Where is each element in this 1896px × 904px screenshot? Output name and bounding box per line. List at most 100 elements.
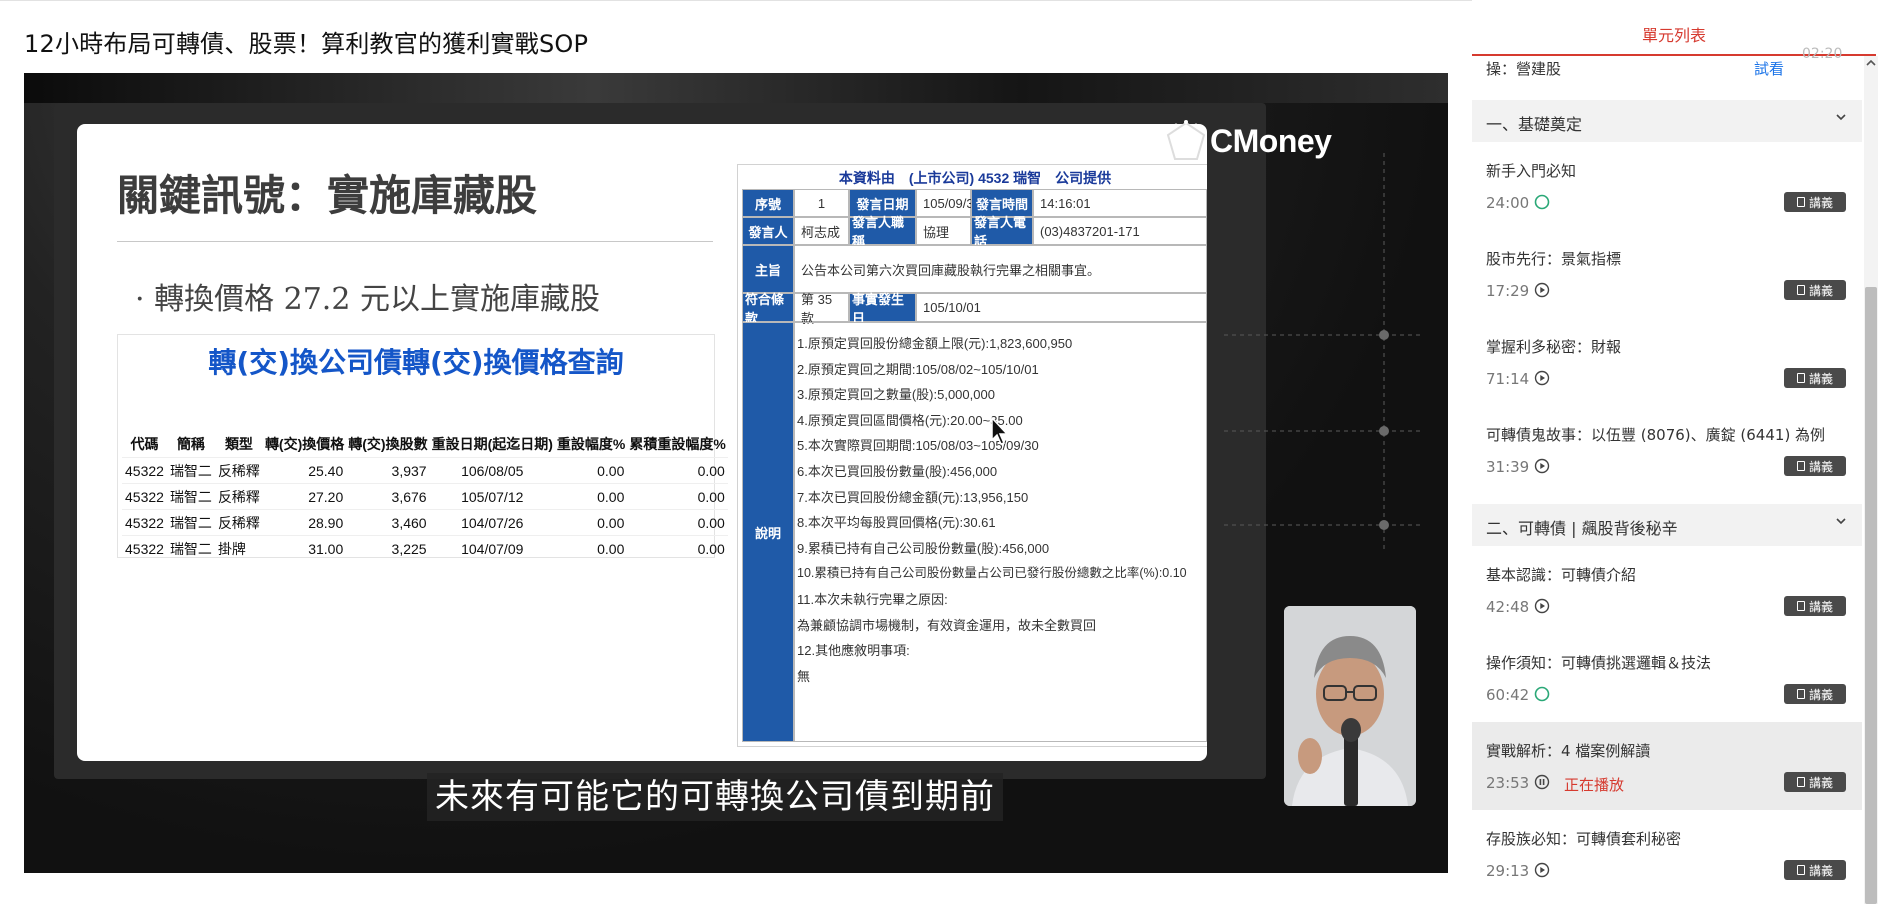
lesson-item-partial[interactable]: 02:20 操：營建股 試看 [1472, 46, 1862, 79]
now-playing-label: 正在播放 [1564, 776, 1625, 794]
lesson-item[interactable]: 掌握利多秘密：財報 71:14 講義 [1472, 318, 1862, 406]
speaker-value: 柯志成 [794, 217, 849, 245]
lecture-notes-button[interactable]: 講義 [1784, 596, 1846, 616]
document-icon [1796, 865, 1805, 875]
chevron-down-icon [1834, 514, 1848, 532]
lesson-item[interactable]: 可轉債鬼故事：以伍豐 (8076)、廣錠 (6441) 為例 31:39 講義 [1472, 406, 1862, 494]
notes-label: 講義 [1808, 863, 1833, 878]
speaker-title-value: 協理 [916, 217, 971, 245]
lecture-notes-button[interactable]: 講義 [1784, 192, 1846, 212]
column-header: 轉(交)換價格 [264, 436, 345, 452]
lecture-notes-button[interactable]: 講義 [1784, 860, 1846, 880]
description-line: 2.原預定買回之期間:105/08/02~105/10/01 [797, 361, 1039, 377]
scroll-up-arrow-icon[interactable] [1864, 58, 1878, 72]
lesson-item-now-playing[interactable]: 實戰解析：4 檔案例解讀 23:53 正在播放 講義 [1472, 722, 1862, 810]
description-line: 6.本次已買回股份數量(股):456,000 [797, 463, 998, 479]
lesson-title: 掌握利多秘密：財報 [1486, 338, 1622, 356]
lecture-notes-button[interactable]: 講義 [1784, 368, 1846, 388]
lesson-item[interactable]: 操作須知：可轉債挑選邏輯＆技法 60:42 講義 [1472, 634, 1862, 722]
table-cell: 0.00 [627, 509, 728, 536]
lesson-title: 操：營建股 [1486, 60, 1562, 78]
table-cell: 28.90 [262, 509, 347, 536]
document-icon [1796, 285, 1805, 295]
lecture-notes-button[interactable]: 講義 [1784, 280, 1846, 300]
lecture-notes-button[interactable]: 講義 [1784, 772, 1846, 792]
subject-label: 主旨 [742, 245, 794, 293]
description-line: 8.本次平均每股買回價格(元):30.61 [797, 515, 996, 531]
lesson-item[interactable]: 存股族必知：可轉債套利秘密 29:13 講義 [1472, 810, 1862, 898]
table-cell: 45322 [122, 509, 167, 536]
announcement-document: 本資料由 (上市公司) 4532 瑞智 公司提供 序號 1 發言日期 105/0… [737, 164, 1207, 747]
table-cell: 27.20 [262, 483, 347, 510]
presenter-webcam [1284, 606, 1416, 806]
trial-watch-link[interactable]: 試看 [1754, 58, 1784, 79]
lesson-title: 實戰解析：4 檔案例解讀 [1486, 742, 1651, 760]
conversion-table: 代碼 簡稱 類型 轉(交)換價格 轉(交)換股數 重設日期(起迄日期) 重設幅度… [122, 431, 728, 561]
play-circle-icon [1534, 282, 1550, 298]
chevron-down-icon [1834, 110, 1848, 128]
table-cell: 掛牌 [214, 535, 263, 561]
table-cell: 3,676 [346, 483, 430, 510]
description-line: 為兼顧協調市場機制，有效資金運用，故未全數買回 [797, 617, 1097, 633]
lesson-duration-partial: 02:20 [1802, 46, 1843, 62]
clause-label: 符合條款 [742, 292, 794, 326]
column-header: 累積重設幅度% [629, 436, 726, 452]
table-cell: 45322 [122, 483, 167, 510]
lesson-item[interactable]: 股市先行：景氣指標 17:29 講義 [1472, 230, 1862, 318]
event-date-label: 事實發生日 [849, 292, 916, 326]
completed-circle-icon [1534, 194, 1550, 210]
notes-label: 講義 [1808, 283, 1833, 298]
notes-label: 講義 [1808, 687, 1833, 702]
play-circle-icon [1534, 458, 1550, 474]
video-player[interactable]: 關鍵訊號：實施庫藏股 · 轉換價格 27.2 元以上實施庫藏股 轉(交)換公司債… [24, 73, 1448, 873]
description-line: 9.累積已持有自己公司股份數量(股):456,000 [797, 540, 1050, 556]
lesson-item[interactable]: 基本認識：可轉債介紹 42:48 講義 [1472, 546, 1862, 634]
column-header: 代碼 [130, 436, 159, 452]
table-cell: 0.00 [554, 509, 628, 536]
table-cell: 0.00 [627, 535, 728, 561]
notes-label: 講義 [1808, 195, 1833, 210]
section-header-convertible-bonds[interactable]: 二、可轉債 | 飆股背後秘辛 [1472, 504, 1862, 546]
description-line: 1.原預定買回股份總金額上限(元):1,823,600,950 [797, 336, 1073, 351]
lesson-title: 股市先行：景氣指標 [1486, 250, 1622, 268]
table-cell: 瑞智二 [166, 483, 215, 510]
table-cell: 25.40 [262, 457, 347, 484]
lesson-duration: 42:48 [1486, 598, 1530, 616]
table-cell: 3,225 [346, 535, 430, 561]
table-cell: 0.00 [554, 483, 628, 510]
mouse-cursor-icon [991, 416, 1009, 445]
notes-label: 講義 [1808, 775, 1833, 790]
description-label: 說明 [742, 322, 794, 742]
lesson-item[interactable]: 新手入門必知 24:00 講義 [1472, 142, 1862, 230]
table-cell: 3,937 [346, 457, 430, 484]
table-cell: 0.00 [554, 457, 628, 484]
table-cell: 0.00 [627, 483, 728, 510]
section-header-basics[interactable]: 一、基礎奠定 [1472, 100, 1862, 142]
announcement-header: 本資料由 (上市公司) 4532 瑞智 公司提供 [838, 170, 1112, 186]
pause-circle-icon [1534, 774, 1550, 790]
lesson-duration: 60:42 [1486, 686, 1530, 704]
seq-value: 1 [794, 189, 849, 217]
lesson-title: 基本認識：可轉債介紹 [1486, 566, 1637, 584]
slide-heading: 關鍵訊號：實施庫藏股 [117, 171, 538, 220]
course-title: 12小時布局可轉債、股票！算利教官的獲利實戰SOP [24, 30, 589, 58]
seq-label: 序號 [742, 189, 794, 217]
lecture-notes-button[interactable]: 講義 [1784, 456, 1846, 476]
table-row: 45322 瑞智二 反稀釋 25.40 3,937 106/08/05 0.00… [122, 457, 728, 484]
lesson-duration: 17:29 [1486, 282, 1530, 300]
table-cell: 0.00 [627, 457, 728, 484]
speaker-title-label: 發言人職稱 [849, 215, 916, 249]
sidebar-scrollbar-thumb[interactable] [1865, 287, 1877, 904]
column-header: 重設日期(起迄日期) [431, 436, 553, 452]
lesson-duration: 71:14 [1486, 370, 1530, 388]
lecture-notes-button[interactable]: 講義 [1784, 684, 1846, 704]
table-cell: 0.00 [554, 535, 628, 561]
lesson-title: 操作須知：可轉債挑選邏輯＆技法 [1486, 654, 1712, 672]
phone-label: 發言人電話 [971, 215, 1033, 249]
table-cell: 瑞智二 [166, 509, 215, 536]
document-icon [1796, 461, 1805, 471]
unit-list-tab[interactable]: 單元列表 [1472, 22, 1876, 46]
table-cell: 瑞智二 [166, 535, 215, 561]
table-cell: 3,460 [346, 509, 430, 536]
document-icon [1796, 777, 1805, 787]
